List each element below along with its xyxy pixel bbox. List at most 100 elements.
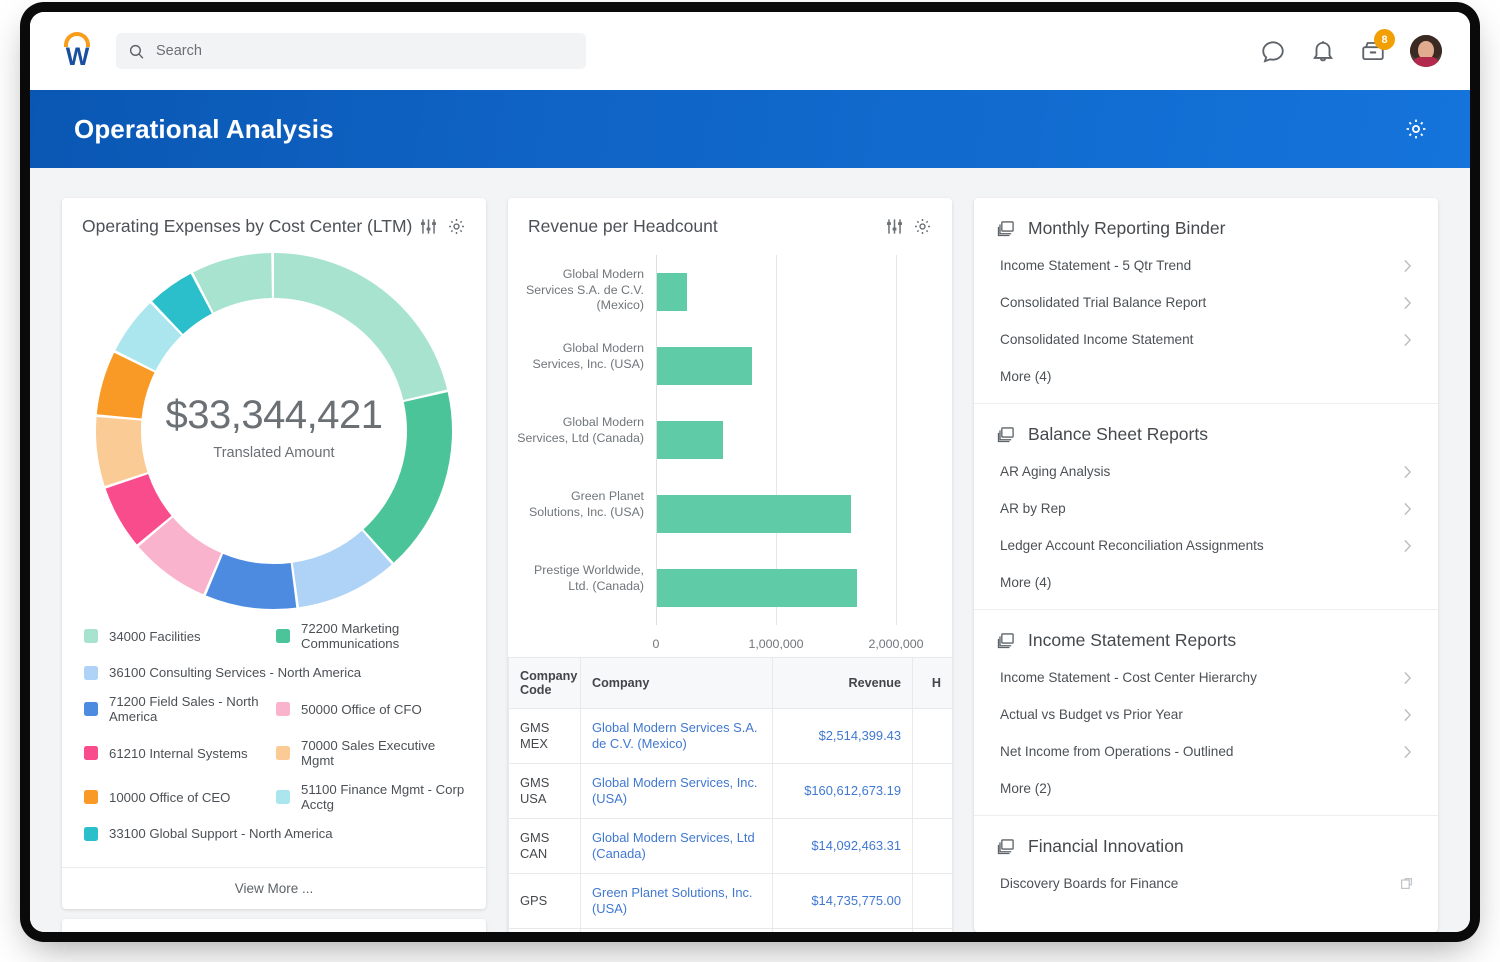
supplier-spend-card: Supplier Spend by Category (LTM)	[62, 919, 486, 932]
cell-revenue[interactable]: $14,092,463.31	[773, 819, 913, 874]
report-link-label: Income Statement - 5 Qtr Trend	[1000, 258, 1191, 273]
donut-slice[interactable]	[206, 554, 296, 609]
cell-headcount	[913, 874, 953, 929]
gear-icon[interactable]	[913, 217, 932, 236]
report-link-row[interactable]: Ledger Account Reconciliation Assignment…	[996, 527, 1412, 564]
legend-item[interactable]: 33100 Global Support - North America	[84, 826, 468, 841]
legend-item[interactable]: 72200 Marketing Communications	[276, 621, 468, 651]
inbox-tray-icon[interactable]: 8	[1360, 38, 1386, 64]
bar-category-label: Global Modern Services S.A. de C.V. (Mex…	[516, 267, 644, 314]
cell-revenue[interactable]: $14,735,775.00	[773, 874, 913, 929]
sliders-icon[interactable]	[885, 217, 904, 236]
reports-section-header: Monthly Reporting Binder	[996, 218, 1412, 239]
x-axis-tick-label: 0	[611, 637, 701, 651]
logo-letter: W	[61, 43, 93, 72]
legend-item[interactable]: 10000 Office of CEO	[84, 782, 276, 812]
workday-logo-icon[interactable]: W	[58, 29, 102, 73]
cell-company-link[interactable]: Global Modern Services S.A. de C.V. (Mex…	[581, 709, 773, 764]
bar[interactable]	[657, 421, 723, 459]
cell-company-code: GPS	[509, 874, 581, 929]
legend-item[interactable]: 51100 Finance Mgmt - Corp Acctg	[276, 782, 468, 812]
cell-revenue[interactable]: $160,612,673.19	[773, 764, 913, 819]
report-link-row[interactable]: Income Statement - 5 Qtr Trend	[996, 247, 1412, 284]
legend-item[interactable]: 61210 Internal Systems	[84, 738, 276, 768]
reports-section-title: Income Statement Reports	[1028, 630, 1236, 651]
sliders-icon[interactable]	[419, 217, 438, 236]
table-row: GMS USAGlobal Modern Services, Inc. (USA…	[509, 764, 953, 819]
report-link-row[interactable]: AR by Rep	[996, 490, 1412, 527]
chat-bubble-icon[interactable]	[1260, 38, 1286, 64]
table-body: GMS MEXGlobal Modern Services S.A. de C.…	[509, 709, 953, 933]
legend-label: 51100 Finance Mgmt - Corp Acctg	[301, 782, 468, 812]
inbox-badge: 8	[1374, 29, 1395, 50]
bar[interactable]	[657, 495, 851, 533]
report-link-row[interactable]: AR Aging Analysis	[996, 453, 1412, 490]
cell-company-link[interactable]: Global Modern Services, Inc. (USA)	[581, 764, 773, 819]
page-title: Operational Analysis	[74, 114, 334, 145]
cell-company-code: PRTG	[509, 929, 581, 933]
more-link[interactable]: More (4)	[996, 564, 1412, 601]
legend-item[interactable]: 70000 Sales Executive Mgmt	[276, 738, 468, 768]
reports-section-header: Balance Sheet Reports	[996, 424, 1412, 445]
legend-swatch	[84, 629, 98, 643]
legend-label: 33100 Global Support - North America	[109, 826, 333, 841]
report-link-row[interactable]: Discovery Boards for Finance	[996, 865, 1412, 902]
bar[interactable]	[657, 347, 752, 385]
chevron-right-icon	[1403, 502, 1412, 516]
legend-item[interactable]: 71200 Field Sales - North America	[84, 694, 276, 724]
table-column-header[interactable]: Revenue	[773, 658, 913, 709]
table-column-header[interactable]: Company	[581, 658, 773, 709]
cell-company-link[interactable]: Global Modern Services, Ltd (Canada)	[581, 819, 773, 874]
cell-headcount	[913, 709, 953, 764]
reports-panel: Monthly Reporting Binder Income Statement…	[974, 198, 1438, 932]
view-more-button[interactable]: View More ...	[62, 867, 486, 909]
legend-label: 72200 Marketing Communications	[301, 621, 468, 651]
legend-swatch	[84, 666, 98, 680]
cell-company-code: GMS USA	[509, 764, 581, 819]
revenue-per-headcount-card: Revenue per Headcount	[508, 198, 952, 932]
chevron-right-icon	[1403, 333, 1412, 347]
cell-revenue[interactable]: $2,514,399.43	[773, 709, 913, 764]
legend-item[interactable]: 34000 Facilities	[84, 621, 276, 651]
more-link[interactable]: More (4)	[996, 358, 1412, 395]
revenue-table: Company CodeCompanyRevenueH GMS MEXGloba…	[508, 657, 952, 932]
revenue-table-wrap[interactable]: Company CodeCompanyRevenueH GMS MEXGloba…	[508, 657, 952, 932]
avatar-body	[1412, 57, 1440, 67]
bell-icon[interactable]	[1310, 38, 1336, 64]
gear-icon[interactable]	[447, 217, 466, 236]
binder-icon	[996, 837, 1016, 857]
legend-item[interactable]: 50000 Office of CFO	[276, 694, 468, 724]
more-link[interactable]: More (2)	[996, 770, 1412, 807]
search-field[interactable]	[116, 33, 586, 69]
report-link-row[interactable]: Consolidated Trial Balance Report	[996, 284, 1412, 321]
report-link-row[interactable]: Consolidated Income Statement	[996, 321, 1412, 358]
opex-card-header: Operating Expenses by Cost Center (LTM)	[62, 198, 486, 245]
legend-item[interactable]: 36100 Consulting Services - North Americ…	[84, 665, 468, 680]
report-link-label: Income Statement - Cost Center Hierarchy	[1000, 670, 1257, 685]
bar-category-label: Global Modern Services, Inc. (USA)	[516, 341, 644, 372]
search-input[interactable]	[156, 43, 556, 59]
table-row: GMS CANGlobal Modern Services, Ltd (Cana…	[509, 819, 953, 874]
legend-swatch	[84, 790, 98, 804]
donut-slice[interactable]	[274, 253, 447, 400]
cell-company-link[interactable]: Green Planet Solutions, Inc. (USA)	[581, 874, 773, 929]
report-link-row[interactable]: Net Income from Operations - Outlined	[996, 733, 1412, 770]
table-column-header[interactable]: Company Code	[509, 658, 581, 709]
avatar[interactable]	[1410, 35, 1442, 67]
report-link-label: Consolidated Trial Balance Report	[1000, 295, 1206, 310]
bar-category-label: Green Planet Solutions, Inc. (USA)	[516, 489, 644, 520]
cell-revenue[interactable]: $11,637,672.84	[773, 929, 913, 933]
table-column-header[interactable]: H	[913, 658, 953, 709]
bar[interactable]	[657, 569, 857, 607]
cell-company-link[interactable]: Prestige Worldwide, Ltd. (Canada)	[581, 929, 773, 933]
bar-row: Global Modern Services, Inc. (USA)	[508, 329, 952, 403]
bar[interactable]	[657, 273, 687, 311]
gear-icon[interactable]	[1404, 117, 1428, 141]
report-link-row[interactable]: Income Statement - Cost Center Hierarchy	[996, 659, 1412, 696]
binder-icon	[996, 425, 1016, 445]
report-link-label: AR by Rep	[1000, 501, 1066, 516]
report-link-row[interactable]: Actual vs Budget vs Prior Year	[996, 696, 1412, 733]
opex-card: Operating Expenses by Cost Center (LTM)	[62, 198, 486, 909]
cell-company-code: GMS MEX	[509, 709, 581, 764]
chevron-right-icon	[1403, 745, 1412, 759]
